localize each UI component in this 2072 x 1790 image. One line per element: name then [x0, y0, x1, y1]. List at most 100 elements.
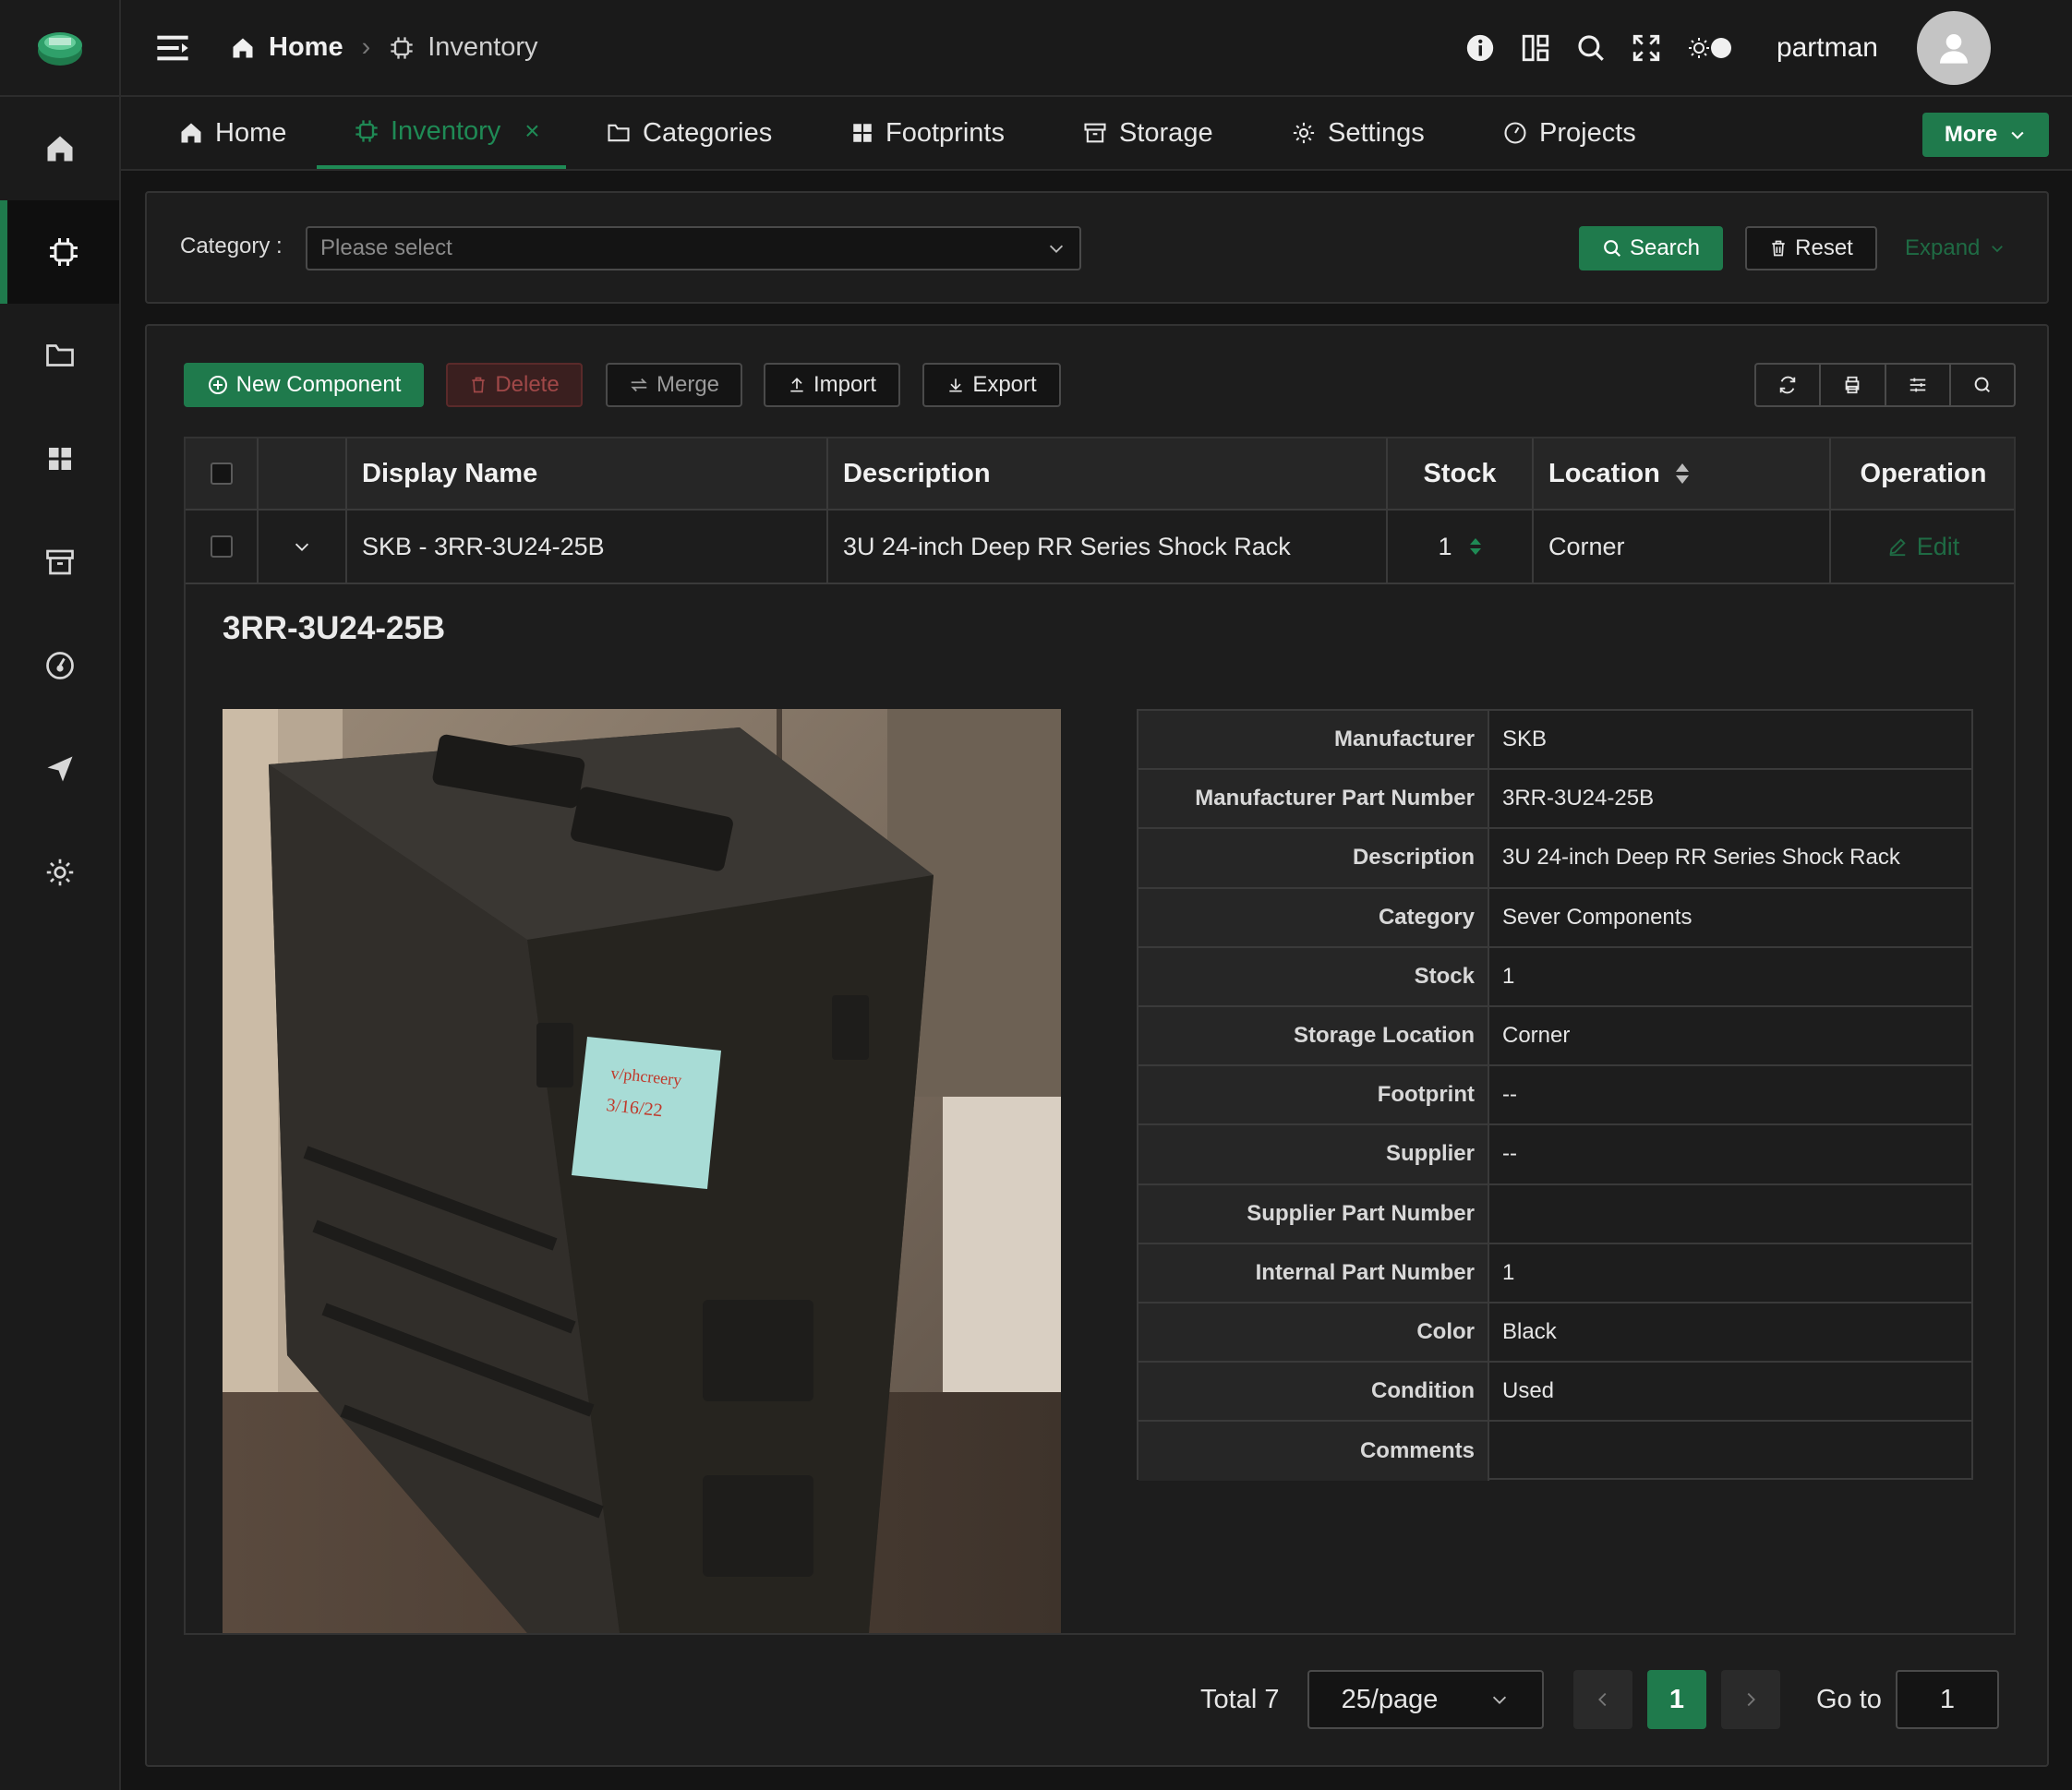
username[interactable]: partman	[1777, 32, 1878, 64]
tab-categories[interactable]: Categories	[606, 97, 772, 169]
cell-description: 3U 24-inch Deep RR Series Shock Rack	[828, 511, 1388, 583]
table-search-button[interactable]	[1951, 365, 2014, 405]
more-button[interactable]: More	[1922, 113, 2049, 157]
export-button[interactable]: Export	[922, 363, 1061, 407]
folder-icon	[45, 344, 74, 366]
sidebar-item-projects[interactable]	[0, 614, 119, 717]
breadcrumb-separator: ›	[361, 32, 371, 62]
table-row[interactable]: SKB - 3RR-3U24-25B 3U 24-inch Deep RR Se…	[186, 511, 2014, 584]
tab-projects[interactable]: Projects	[1502, 97, 1636, 169]
info-icon[interactable]	[1464, 32, 1496, 64]
search-icon[interactable]	[1575, 32, 1607, 64]
theme-toggle[interactable]	[1686, 32, 1734, 64]
header-location-label: Location	[1548, 458, 1660, 488]
cell-stock-value: 1	[1438, 532, 1452, 560]
goto-page-input[interactable]: 1	[1896, 1670, 1999, 1729]
header-location[interactable]: Location	[1534, 438, 1831, 509]
home-icon	[181, 123, 201, 143]
chip-icon	[391, 36, 413, 59]
tab-projects-label: Projects	[1539, 117, 1636, 148]
fullscreen-icon[interactable]	[1631, 32, 1662, 64]
detail-value: 3RR-3U24-25B	[1502, 786, 1655, 811]
avatar[interactable]	[1917, 10, 1991, 85]
sliders-icon	[1909, 378, 1925, 392]
delete-button[interactable]: Delete	[446, 363, 583, 407]
print-button[interactable]	[1821, 365, 1886, 405]
tab-bar: Home Inventory × Categories Footprints S…	[121, 97, 2072, 171]
sidebar-item-send[interactable]	[0, 717, 119, 821]
reset-button[interactable]: Reset	[1745, 226, 1877, 270]
next-page-button[interactable]	[1721, 1670, 1780, 1729]
tab-home[interactable]: Home	[178, 97, 286, 169]
sidebar-item-inventory[interactable]	[0, 200, 119, 304]
prev-page-button[interactable]	[1573, 1670, 1632, 1729]
header-actions: partman	[1464, 10, 2072, 85]
table-header: Display Name Description Stock Location …	[186, 438, 2014, 511]
tab-storage[interactable]: Storage	[1082, 97, 1213, 169]
filter-panel: Category : Please select Search Reset Ex…	[145, 191, 2049, 304]
chevron-down-icon	[1992, 246, 2004, 253]
column-settings-button[interactable]	[1886, 365, 1951, 405]
detail-value: 1	[1502, 1259, 1515, 1285]
detail-value	[1489, 1185, 1971, 1243]
sidebar-item-categories[interactable]	[0, 304, 119, 407]
tab-inventory[interactable]: Inventory ×	[317, 97, 566, 169]
header-display-name[interactable]: Display Name	[347, 438, 828, 509]
user-icon	[1940, 33, 1968, 64]
grid-icon	[853, 124, 872, 142]
export-button-label: Export	[972, 372, 1037, 397]
merge-button[interactable]: Merge	[606, 363, 742, 407]
detail-row-description: Description 3U 24-inch Deep RR Series Sh…	[1138, 829, 1971, 889]
app-logo[interactable]	[0, 0, 119, 97]
header-operation: Operation	[1860, 458, 1987, 488]
select-all-checkbox[interactable]	[210, 463, 233, 485]
search-button[interactable]: Search	[1579, 226, 1723, 270]
send-icon	[47, 756, 72, 782]
download-icon	[949, 378, 962, 392]
expand-toggle[interactable]: Expand	[1905, 235, 2006, 261]
upload-icon	[790, 378, 803, 392]
header-stock[interactable]: Stock	[1388, 438, 1534, 509]
layout-icon[interactable]	[1520, 32, 1551, 64]
detail-row-storage-location: Storage Location Corner	[1138, 1006, 1971, 1067]
search-icon	[1974, 377, 1990, 393]
header-description[interactable]: Description	[828, 438, 1388, 509]
tab-settings[interactable]: Settings	[1291, 97, 1425, 169]
stock-stepper-icon[interactable]	[1469, 537, 1482, 556]
sort-icon[interactable]	[1673, 462, 1692, 486]
sidebar-item-settings[interactable]	[0, 821, 119, 924]
page-size-select[interactable]: 25/page	[1307, 1670, 1544, 1729]
detail-row-mpn: Manufacturer Part Number 3RR-3U24-25B	[1138, 770, 1971, 830]
page-1-button[interactable]: 1	[1647, 1670, 1706, 1729]
chip-icon	[355, 120, 378, 142]
row-checkbox[interactable]	[210, 535, 233, 558]
close-tab-icon[interactable]: ×	[524, 116, 539, 146]
sidebar-item-home[interactable]	[0, 97, 119, 200]
component-photo: v/phcreery 3/16/22	[223, 709, 1061, 1633]
row-expand-cell[interactable]	[259, 511, 347, 583]
merge-icon	[631, 378, 647, 392]
gear-icon	[1293, 122, 1315, 144]
menu-toggle-icon[interactable]	[154, 30, 191, 66]
tab-footprints[interactable]: Footprints	[850, 97, 1005, 169]
row-select-cell	[186, 511, 259, 583]
archive-icon	[45, 549, 74, 575]
goto-label: Go to	[1816, 1685, 1882, 1714]
chevron-down-icon	[1493, 1696, 1507, 1704]
shock-rack-photo: v/phcreery 3/16/22	[223, 709, 1061, 1633]
detail-label: Manufacturer Part Number	[1138, 770, 1489, 828]
breadcrumb-home[interactable]: Home	[230, 32, 343, 63]
archive-icon	[1084, 123, 1106, 143]
refresh-button[interactable]	[1756, 365, 1822, 405]
category-select[interactable]: Please select	[306, 226, 1081, 270]
detail-value: SKB	[1502, 727, 1548, 752]
chevron-right-icon	[1747, 1692, 1755, 1707]
edit-link[interactable]: Edit	[1831, 511, 2016, 583]
chevron-down-icon[interactable]	[292, 536, 312, 557]
category-select-placeholder: Please select	[320, 235, 452, 260]
sidebar-item-footprints[interactable]	[0, 407, 119, 511]
sidebar-item-storage[interactable]	[0, 511, 119, 614]
import-button[interactable]: Import	[764, 363, 900, 407]
detail-label: Category	[1138, 888, 1489, 946]
new-component-button[interactable]: New Component	[184, 363, 424, 407]
